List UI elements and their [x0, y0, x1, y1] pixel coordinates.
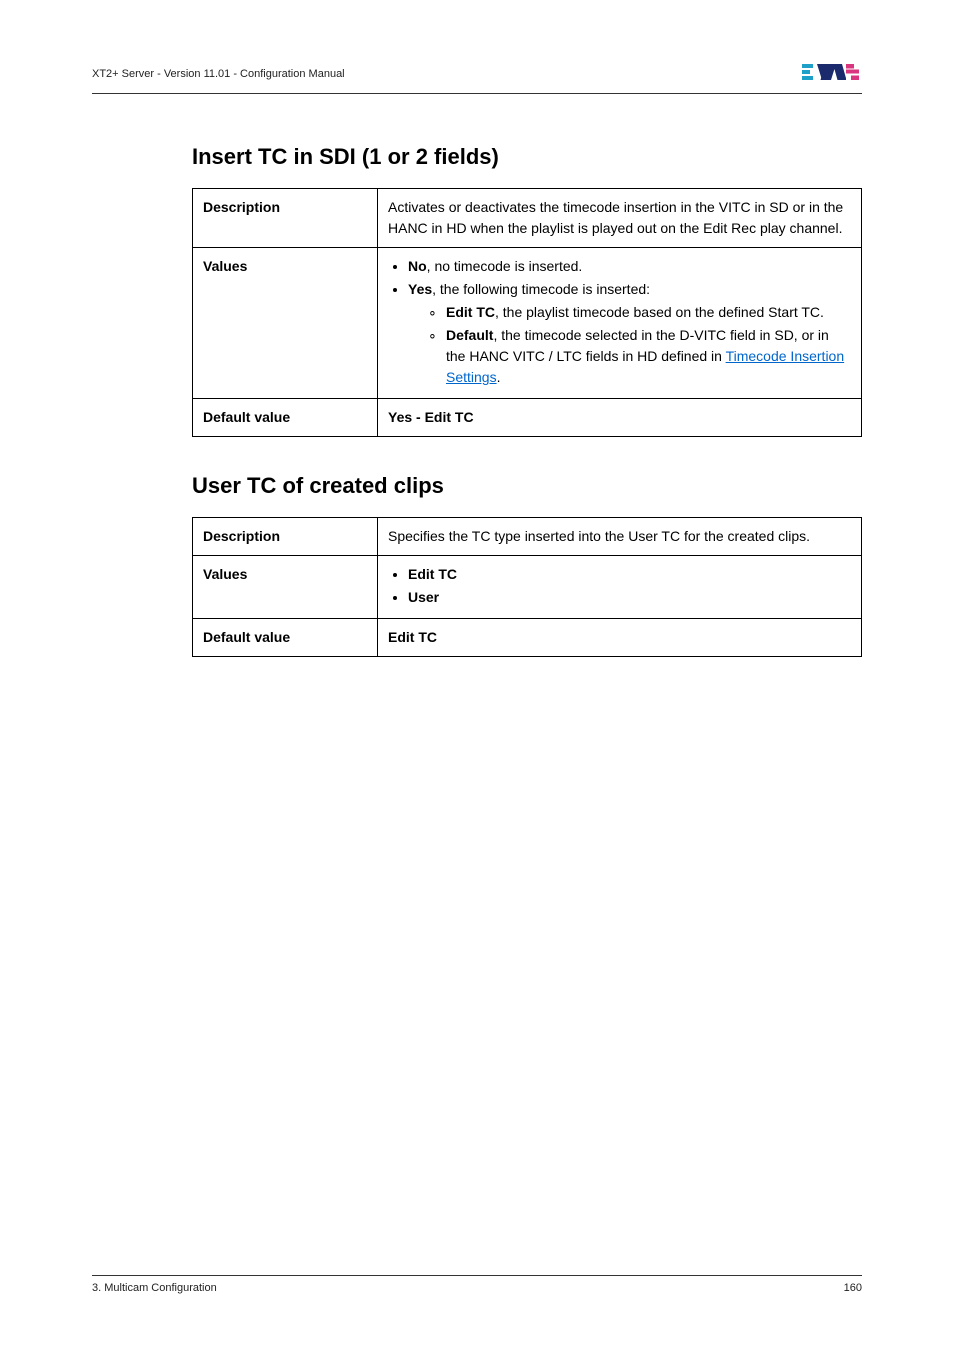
- cell-default-value: Edit TC: [378, 619, 862, 657]
- table-row: Description Specifies the TC type insert…: [193, 518, 862, 556]
- values-sublist: Edit TC, the playlist timecode based on …: [408, 302, 851, 388]
- default-value-text: Edit TC: [388, 629, 437, 645]
- list-item: Edit TC, the playlist timecode based on …: [432, 302, 851, 323]
- evs-logo-icon: [802, 60, 862, 82]
- cell-values-label: Values: [193, 248, 378, 399]
- list-item: Yes, the following timecode is inserted:…: [408, 279, 851, 388]
- sub-default: Default: [446, 327, 493, 343]
- section-heading-user-tc: User TC of created clips: [192, 473, 862, 499]
- sub-default-tail: .: [497, 369, 501, 385]
- value-yes: Yes: [408, 281, 432, 297]
- table-row: Values Edit TC User: [193, 556, 862, 619]
- values-list: Edit TC User: [388, 564, 851, 608]
- table-row: Default value Edit TC: [193, 619, 862, 657]
- value-no-text: , no timecode is inserted.: [427, 258, 583, 274]
- table-row: Default value Yes - Edit TC: [193, 399, 862, 437]
- default-value-text: Yes - Edit TC: [388, 409, 474, 425]
- header-title: XT2+ Server - Version 11.01 - Configurat…: [92, 68, 345, 80]
- table-row: Description Activates or deactivates the…: [193, 189, 862, 248]
- table-row: Values No, no timecode is inserted. Yes,…: [193, 248, 862, 399]
- value-user: User: [408, 589, 439, 605]
- list-item: No, no timecode is inserted.: [408, 256, 851, 277]
- cell-values-value: No, no timecode is inserted. Yes, the fo…: [378, 248, 862, 399]
- cell-default-label: Default value: [193, 619, 378, 657]
- sub-edit-tc: Edit TC: [446, 304, 495, 320]
- cell-default-value: Yes - Edit TC: [378, 399, 862, 437]
- footer-section: 3. Multicam Configuration: [92, 1282, 217, 1294]
- cell-description-value: Specifies the TC type inserted into the …: [378, 518, 862, 556]
- section-heading-insert-tc: Insert TC in SDI (1 or 2 fields): [192, 144, 862, 170]
- value-no: No: [408, 258, 427, 274]
- brand-logo: [802, 60, 862, 87]
- table-insert-tc: Description Activates or deactivates the…: [192, 188, 862, 437]
- list-item: User: [408, 587, 851, 608]
- cell-values-value: Edit TC User: [378, 556, 862, 619]
- cell-default-label: Default value: [193, 399, 378, 437]
- page: XT2+ Server - Version 11.01 - Configurat…: [0, 0, 954, 657]
- cell-description-label: Description: [193, 189, 378, 248]
- value-yes-text: , the following timecode is inserted:: [432, 281, 650, 297]
- footer-page-number: 160: [844, 1282, 862, 1294]
- value-edit-tc: Edit TC: [408, 566, 457, 582]
- cell-description-value: Activates or deactivates the timecode in…: [378, 189, 862, 248]
- values-list: No, no timecode is inserted. Yes, the fo…: [388, 256, 851, 388]
- list-item: Default, the timecode selected in the D-…: [432, 325, 851, 388]
- list-item: Edit TC: [408, 564, 851, 585]
- cell-values-label: Values: [193, 556, 378, 619]
- page-header: XT2+ Server - Version 11.01 - Configurat…: [92, 60, 862, 94]
- table-user-tc: Description Specifies the TC type insert…: [192, 517, 862, 657]
- page-footer: 3. Multicam Configuration 160: [92, 1275, 862, 1294]
- cell-description-label: Description: [193, 518, 378, 556]
- sub-edit-tc-text: , the playlist timecode based on the def…: [495, 304, 824, 320]
